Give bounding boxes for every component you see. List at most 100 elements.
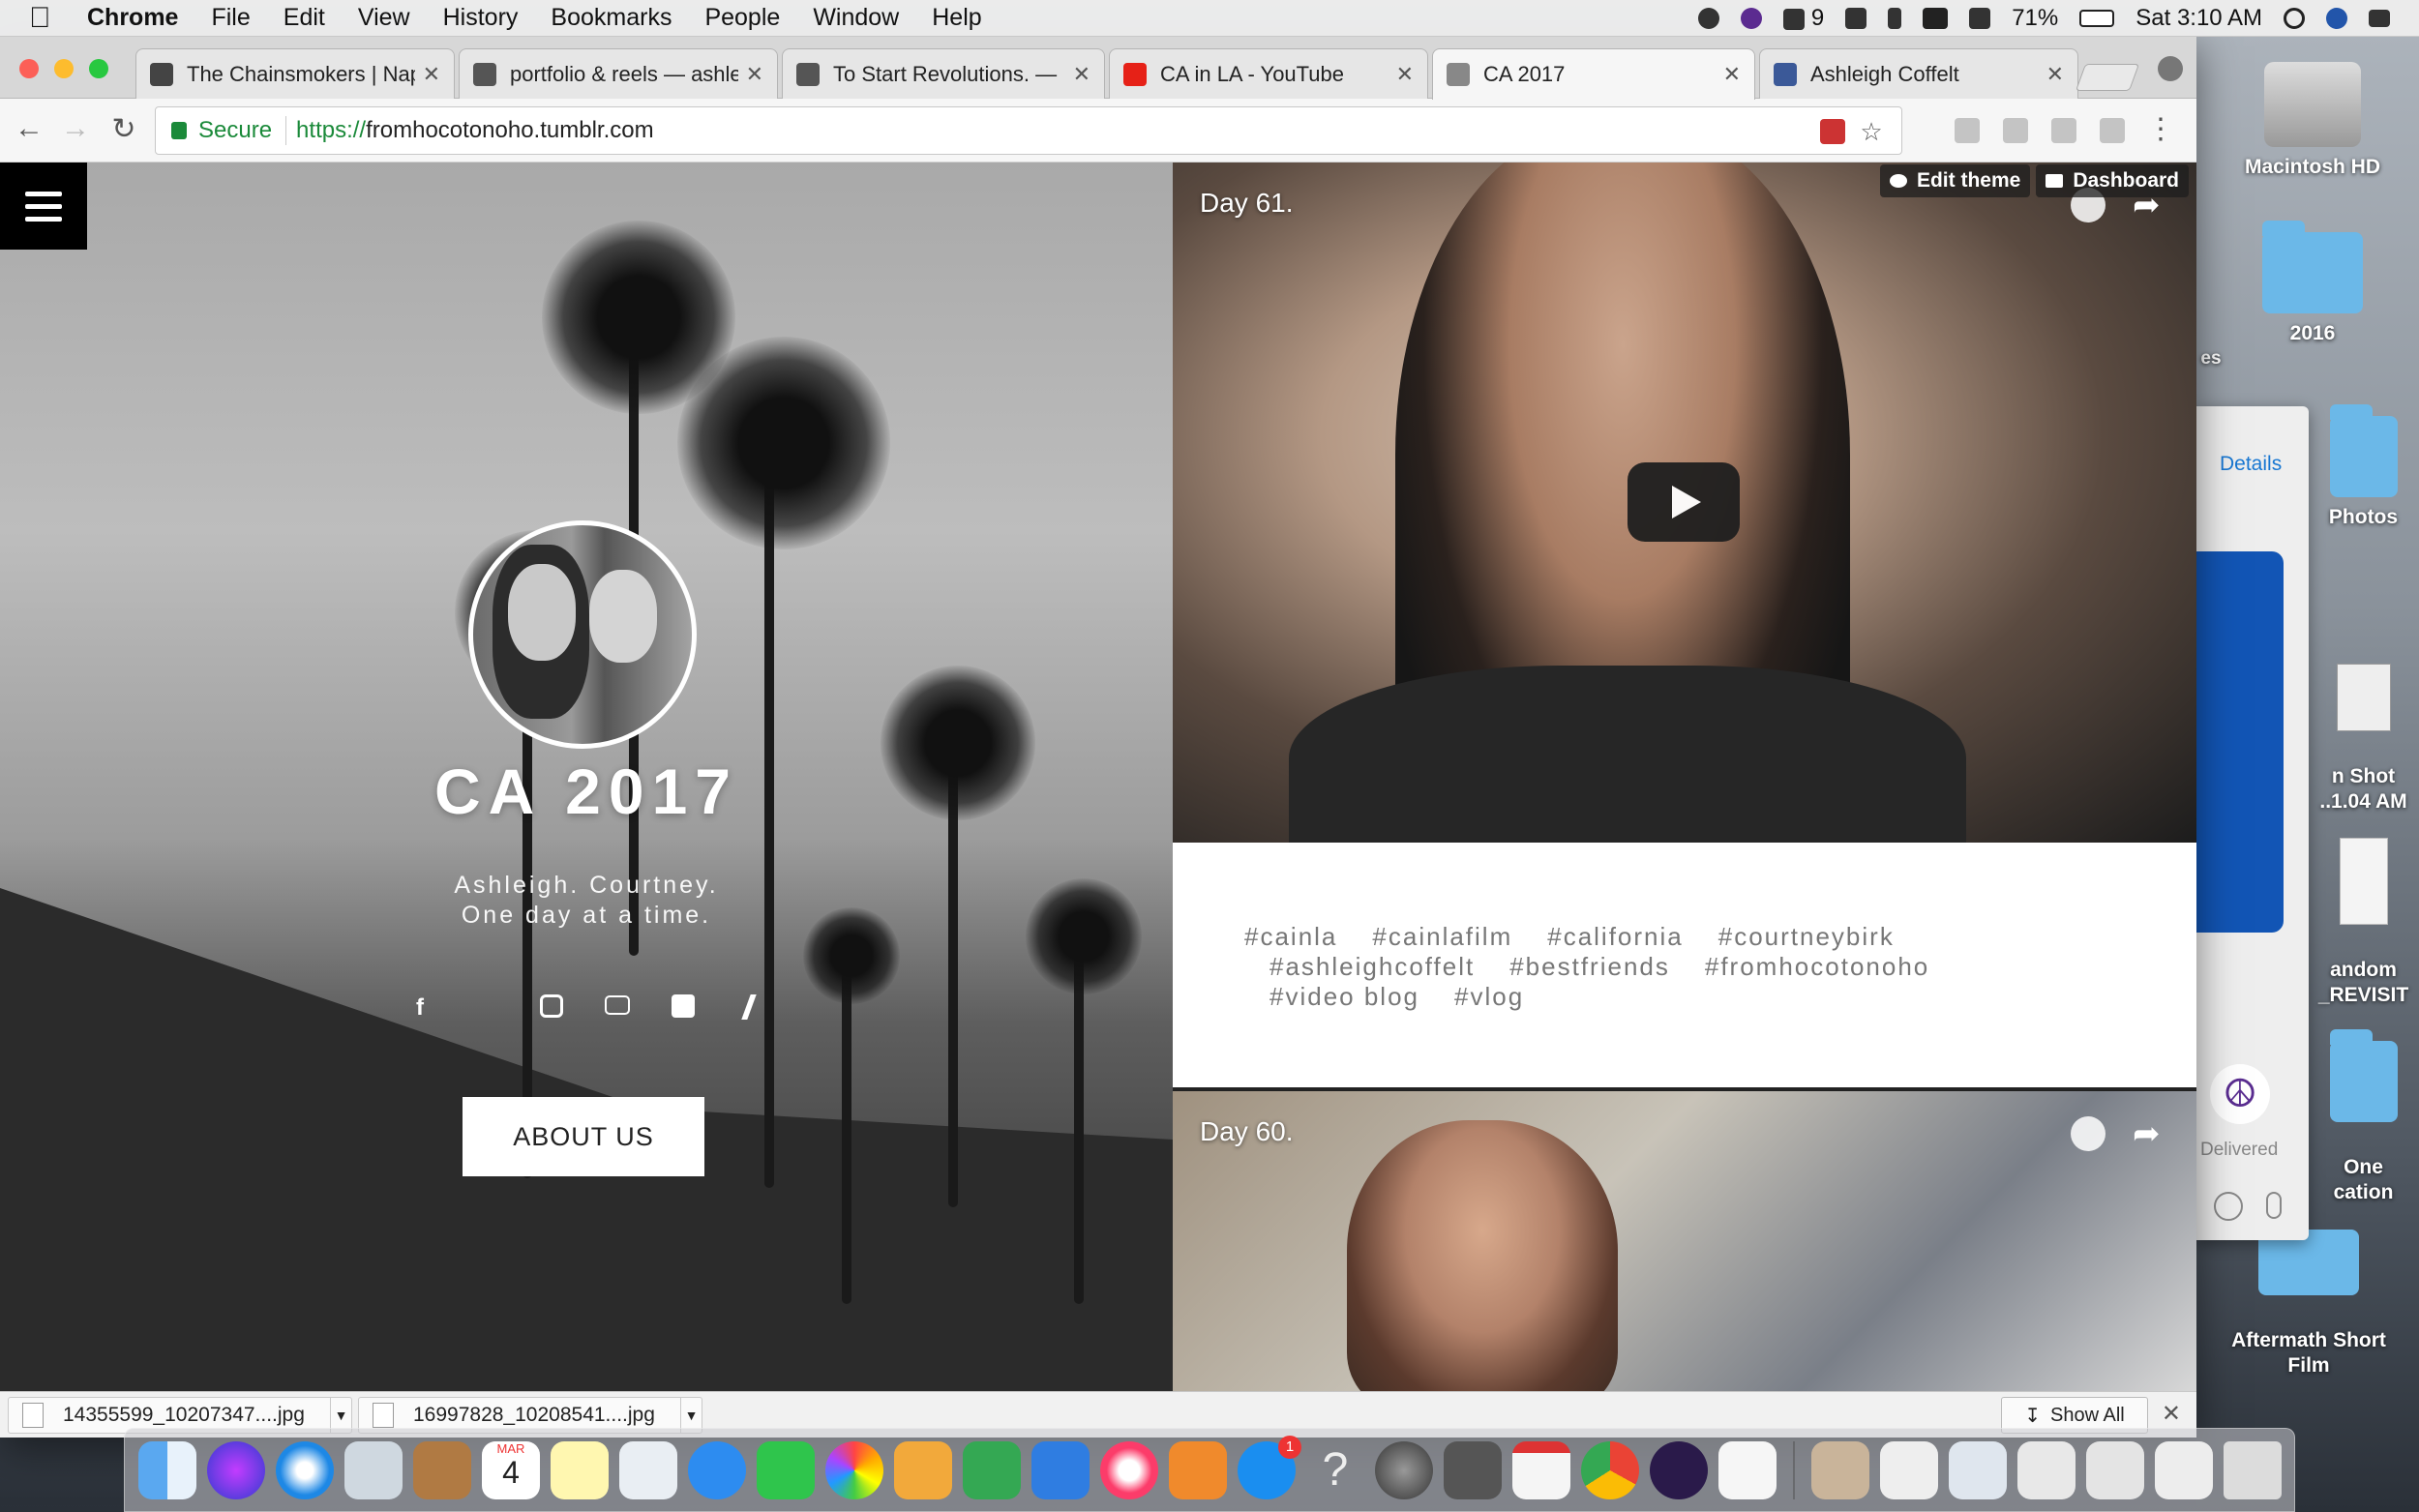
wifi-icon[interactable] (1923, 8, 1949, 29)
reload-icon[interactable]: ↻ (105, 112, 143, 146)
notification-center-icon[interactable] (2369, 10, 2390, 27)
tab-revolutions[interactable]: To Start Revolutions. — ✕ (782, 48, 1105, 99)
tab-close-icon[interactable]: ✕ (1396, 62, 1414, 87)
numbers-icon[interactable] (963, 1440, 1021, 1499)
menu-window[interactable]: Window (813, 4, 899, 32)
menu-bookmarks[interactable]: Bookmarks (551, 4, 672, 32)
bookmark-star-icon[interactable]: ☆ (1859, 119, 1884, 144)
video-title[interactable]: Day 60. (1200, 1116, 1294, 1147)
video-post-day-60[interactable]: Day 60. ➦ (1173, 1091, 2196, 1391)
contacts-icon[interactable] (413, 1440, 471, 1499)
tag-link[interactable]: #cainlafilm (1372, 922, 1512, 951)
tag-link[interactable]: #california (1547, 922, 1684, 951)
tab-close-icon[interactable]: ✕ (1723, 62, 1741, 87)
system-preferences-icon[interactable] (1375, 1440, 1433, 1499)
airplay-icon[interactable] (1969, 8, 1991, 29)
siri-menu-icon[interactable] (1741, 8, 1763, 29)
vimeo-icon[interactable] (670, 994, 697, 1022)
image-capture-icon[interactable] (1444, 1440, 1502, 1499)
desktop-icon-photos[interactable]: Photos (2308, 404, 2419, 530)
pages-icon[interactable] (894, 1440, 952, 1499)
mail-icon[interactable] (344, 1440, 403, 1499)
skype-extension-icon[interactable] (1955, 118, 1980, 143)
forward-arrow-icon[interactable]: → (56, 112, 95, 145)
facetime-icon[interactable] (757, 1440, 815, 1499)
messages-icon[interactable] (688, 1440, 746, 1499)
window-thumbnail-icon[interactable] (1949, 1440, 2007, 1499)
siri-icon[interactable] (207, 1440, 265, 1499)
zoom-window-button[interactable] (89, 59, 108, 78)
emoji-icon[interactable] (2214, 1192, 2243, 1221)
twitter-icon[interactable]: t (472, 994, 499, 1022)
tag-link[interactable]: #video blog (1269, 982, 1419, 1011)
dashboard-button[interactable]: Dashboard (2036, 164, 2189, 197)
play-button[interactable] (1628, 462, 1740, 542)
video-title[interactable]: Day 61. (1200, 188, 1294, 219)
vpn-extension-icon[interactable] (2100, 118, 2125, 143)
preview-icon[interactable] (619, 1440, 677, 1499)
tab-chainsmokers[interactable]: The Chainsmokers | Nap ✕ (135, 48, 455, 99)
notes-icon[interactable] (551, 1440, 609, 1499)
tab-close-icon[interactable]: ✕ (2046, 62, 2064, 87)
safari-icon[interactable] (276, 1440, 334, 1499)
textedit-icon[interactable] (1718, 1440, 1777, 1499)
spotlight-search-icon[interactable] (2284, 8, 2305, 29)
menu-file[interactable]: File (211, 4, 250, 32)
microphone-icon[interactable] (2266, 1192, 2282, 1219)
edit-theme-button[interactable]: Edit theme (1879, 164, 2031, 197)
hamburger-menu-icon[interactable] (0, 163, 87, 250)
chrome-icon[interactable] (1581, 1440, 1639, 1499)
menu-app-name[interactable]: Chrome (87, 4, 178, 32)
tag-link[interactable]: #vlog (1454, 982, 1524, 1011)
menu-history[interactable]: History (443, 4, 519, 32)
tab-ca-2017[interactable]: CA 2017 ✕ (1432, 48, 1755, 100)
youtube-icon[interactable] (604, 994, 631, 1022)
tab-facebook[interactable]: Ashleigh Coffelt ✕ (1759, 48, 2078, 99)
dropbox-icon[interactable] (1845, 8, 1867, 29)
tab-close-icon[interactable]: ✕ (746, 62, 763, 87)
downloads-stack-icon[interactable] (1811, 1440, 1869, 1499)
menu-edit[interactable]: Edit (284, 4, 325, 32)
blog-avatar[interactable] (468, 520, 697, 749)
desktop-icon-random-revisit[interactable]: andom _REVISIT (2308, 813, 2419, 1033)
battery-icon[interactable] (2079, 10, 2115, 27)
about-us-button[interactable]: ABOUT US (463, 1097, 704, 1176)
bluetooth-icon[interactable] (1888, 8, 1902, 29)
blocked-content-icon[interactable] (1820, 119, 1845, 144)
zerply-icon[interactable] (735, 994, 762, 1022)
address-bar[interactable]: Secure https:// fromhocotonoho.tumblr.co… (155, 106, 1902, 155)
menu-view[interactable]: View (358, 4, 410, 32)
desktop-icon-screenshot[interactable]: n Shot ..1.04 AM (2308, 638, 2419, 840)
yoast-extension-icon[interactable] (2051, 118, 2076, 143)
menu-help[interactable]: Help (932, 4, 981, 32)
finder-icon[interactable] (138, 1440, 196, 1499)
trash-icon[interactable] (2224, 1440, 2282, 1499)
tag-link[interactable]: #courtneybirk (1718, 922, 1895, 951)
messages-details-link[interactable]: Details (2220, 453, 2282, 476)
calendar-icon[interactable]: MAR 4 (482, 1440, 540, 1499)
itunes-icon[interactable] (1100, 1440, 1158, 1499)
document-stack-icon[interactable] (1880, 1440, 1938, 1499)
chrome-menu-icon[interactable]: ⋮ (2146, 112, 2175, 146)
facebook-icon[interactable]: f (406, 994, 433, 1022)
avid-icon[interactable] (1650, 1440, 1708, 1499)
share-icon[interactable]: ➦ (2133, 1116, 2167, 1151)
minimize-window-button[interactable] (54, 59, 74, 78)
tab-close-icon[interactable]: ✕ (423, 62, 440, 87)
close-downloads-icon[interactable]: ✕ (2162, 1400, 2181, 1428)
profile-icon[interactable] (2158, 56, 2183, 81)
back-arrow-icon[interactable]: ← (10, 112, 48, 145)
photos-icon[interactable] (825, 1440, 883, 1499)
close-window-button[interactable] (19, 59, 39, 78)
adobe-status[interactable]: 9 (1783, 5, 1824, 32)
user-avatar-icon[interactable] (2326, 8, 2347, 29)
tab-close-icon[interactable]: ✕ (1073, 62, 1090, 87)
desktop-icon-2016[interactable]: 2016 (2245, 221, 2380, 346)
app-store-icon[interactable]: 1 (1238, 1435, 1301, 1499)
ibooks-icon[interactable] (1169, 1440, 1227, 1499)
clock[interactable]: Sat 3:10 AM (2135, 5, 2262, 32)
apple-menu-icon[interactable]:  (29, 2, 62, 35)
tab-youtube[interactable]: CA in LA - YouTube ✕ (1109, 48, 1428, 99)
menu-people[interactable]: People (704, 4, 780, 32)
tag-link[interactable]: #fromhocotonoho (1705, 952, 1929, 981)
